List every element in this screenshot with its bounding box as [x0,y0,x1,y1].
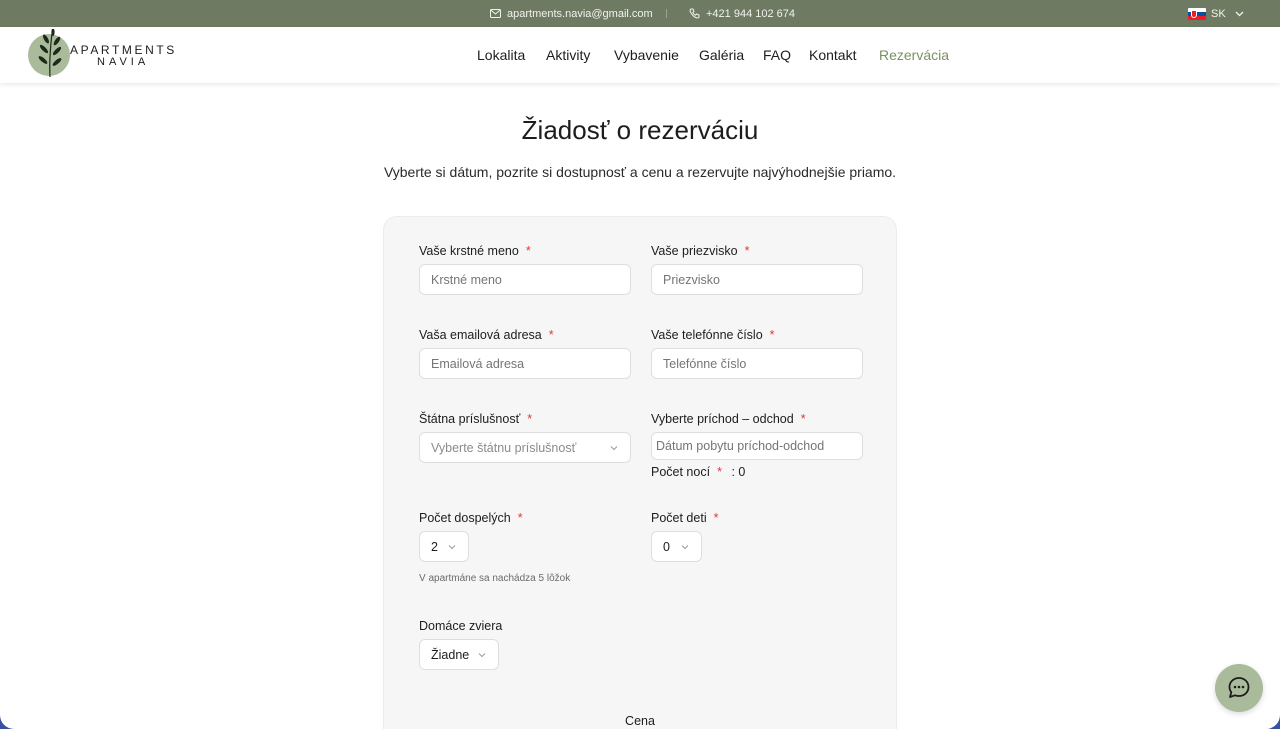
price-label: Cena [625,714,655,728]
chevron-down-icon [478,653,486,658]
nationality-label: Štátna príslušnosť * [419,412,533,426]
last-name-label: Vaše priezvisko * [651,244,750,258]
nav-item-vybavenie[interactable]: Vybavenie [614,47,679,63]
language-selector[interactable]: SK [1188,0,1247,27]
nav-item-rezervacia[interactable]: Rezervácia [879,47,949,63]
chevron-down-icon [681,545,689,550]
top-bar: apartments.navia@gmail.com +421 944 102 … [0,0,1280,27]
email-text: apartments.navia@gmail.com [507,7,653,20]
pets-value: Žiadne [431,647,470,662]
logo-subtitle: NAVIA [97,56,150,68]
nav-item-lokalita[interactable]: Lokalita [477,47,525,63]
chevron-down-icon [1235,11,1244,16]
page: apartments.navia@gmail.com +421 944 102 … [0,0,1280,729]
children-select[interactable]: 0 [651,531,702,562]
pets-select[interactable]: Žiadne [419,639,499,670]
phone-text: +421 944 102 674 [706,7,796,20]
first-name-input[interactable] [419,264,631,295]
email-link[interactable]: apartments.navia@gmail.com [490,0,653,27]
topbar-divider [666,9,667,18]
adults-select[interactable]: 2 [419,531,469,562]
page-title: Žiadosť o rezerváciu [521,115,759,145]
pets-label: Domáce zviera [419,619,503,633]
first-name-label: Vaše krstné meno * [419,244,531,258]
nav-item-faq[interactable]: FAQ [763,47,791,63]
nav-item-aktivity[interactable]: Aktivity [546,47,590,63]
email-label: Vaša emailová adresa * [419,328,554,342]
phone-label: Vaše telefónne číslo * [651,328,775,342]
olive-branch-icon [38,29,62,78]
nav-item-galeria[interactable]: Galéria [699,47,744,63]
slovakia-flag-icon [1188,7,1206,20]
phone-icon [689,8,700,19]
logo-title: APARTMENTS [70,43,177,57]
nights-count: Počet nocí * : 0 [651,465,746,479]
page-subtitle: Vyberte si dátum, pozrite si dostupnosť … [383,164,897,180]
phone-input[interactable] [651,348,863,379]
chat-bubble-icon [1228,677,1250,698]
last-name-input[interactable] [651,264,863,295]
chat-button[interactable] [1215,664,1263,712]
nights-value: : 0 [731,465,746,479]
email-input[interactable] [419,348,631,379]
language-code: SK [1211,7,1226,20]
adults-value: 2 [431,539,438,554]
reservation-form: Vaše krstné meno* Vaše priezvisko* Vaša … [383,216,897,729]
logo[interactable]: APARTMENTS NAVIA [28,29,188,80]
nationality-value: Vyberte štátnu príslušnosť [431,440,577,455]
dates-label: Vyberte príchod – odchod * [651,412,806,426]
dates-input[interactable] [651,432,863,460]
children-label: Počet deti * [651,511,719,525]
beds-hint: V apartmáne sa nachádza 5 lôžok [419,573,571,584]
site-header: APARTMENTS NAVIA Lokalita Aktivity Vybav… [0,27,1280,83]
phone-link[interactable]: +421 944 102 674 [689,0,795,27]
adults-label: Počet dospelých * [419,511,523,525]
chevron-down-icon [610,446,618,451]
children-value: 0 [663,539,670,554]
nationality-select[interactable]: Vyberte štátnu príslušnosť [419,432,631,463]
mail-icon [490,9,501,18]
chevron-down-icon [448,545,456,550]
nav-item-kontakt[interactable]: Kontakt [809,47,856,63]
